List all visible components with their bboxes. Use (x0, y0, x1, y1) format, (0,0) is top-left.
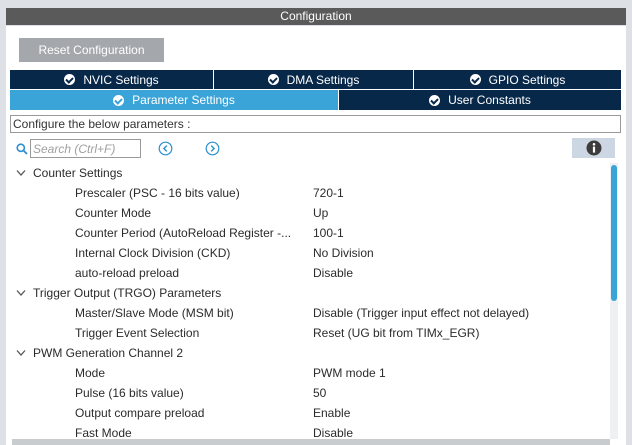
param-row[interactable]: Prescaler (PSC - 16 bits value) 720-1 (6, 183, 610, 203)
group-label: PWM Generation Channel 2 (33, 346, 184, 360)
param-name: Master/Slave Mode (MSM bit) (75, 306, 234, 320)
param-row[interactable]: Master/Slave Mode (MSM bit) Disable (Tri… (6, 303, 610, 323)
param-name: Prescaler (PSC - 16 bits value) (75, 186, 240, 200)
vertical-scrollbar[interactable] (610, 163, 618, 439)
param-row[interactable]: Trigger Event Selection Reset (UG bit fr… (6, 323, 610, 343)
search-toolbar (14, 138, 618, 160)
tab-label: GPIO Settings (488, 72, 566, 87)
vertical-scrollbar-thumb[interactable] (611, 165, 617, 301)
tab-label: Parameter Settings (132, 93, 235, 107)
tab-dma-settings[interactable]: DMA Settings (214, 70, 414, 89)
chevron-left-circle-icon[interactable] (158, 141, 173, 156)
horizontal-scrollbar[interactable] (12, 439, 610, 445)
info-button[interactable] (572, 138, 615, 158)
param-row[interactable]: auto-reload preload Disable (6, 263, 610, 283)
tab-label: User Constants (448, 93, 531, 107)
param-row[interactable]: Mode PWM mode 1 (6, 363, 610, 383)
tab-user-constants[interactable]: User Constants (339, 90, 621, 110)
chevron-down-icon[interactable] (16, 169, 26, 177)
param-value[interactable]: 100-1 (313, 223, 344, 243)
group-pwm-generation-channel-2[interactable]: PWM Generation Channel 2 (6, 343, 610, 363)
tab-label: DMA Settings (286, 72, 360, 87)
param-name: Fast Mode (75, 426, 132, 439)
chevron-down-icon[interactable] (16, 349, 26, 357)
group-counter-settings[interactable]: Counter Settings (6, 163, 610, 183)
tab-gpio-settings[interactable]: GPIO Settings (414, 70, 621, 89)
tab-row-bottom: Parameter Settings User Constants (10, 90, 621, 110)
param-value[interactable]: 50 (313, 383, 326, 403)
check-circle-icon (267, 74, 279, 85)
configuration-window: Configuration Reset Configuration NVIC S… (0, 0, 632, 445)
param-row[interactable]: Output compare preload Enable (6, 403, 610, 423)
param-value[interactable]: Enable (313, 403, 350, 423)
tab-label: NVIC Settings (83, 72, 159, 87)
group-trigger-output-parameters[interactable]: Trigger Output (TRGO) Parameters (6, 283, 610, 303)
param-value[interactable]: No Division (313, 243, 374, 263)
param-value[interactable]: Disable (Trigger input effect not delaye… (313, 303, 529, 323)
param-name: Mode (75, 366, 106, 380)
check-circle-icon (469, 74, 481, 85)
param-name: Counter Period (AutoReload Register -... (75, 226, 292, 240)
group-label: Counter Settings (33, 166, 123, 180)
configuration-panel: Reset Configuration NVIC Settings DMA Se… (6, 26, 626, 445)
search-input[interactable] (30, 139, 141, 158)
check-circle-icon (113, 94, 125, 106)
chevron-right-circle-icon[interactable] (205, 141, 220, 156)
param-value[interactable]: Disable (313, 263, 353, 283)
chevron-down-icon[interactable] (16, 289, 26, 297)
window-title: Configuration (6, 8, 626, 25)
param-value[interactable]: Reset (UG bit from TIMx_EGR) (313, 323, 479, 343)
param-row[interactable]: Fast Mode Disable (6, 423, 610, 439)
tab-nvic-settings[interactable]: NVIC Settings (10, 70, 214, 89)
param-value[interactable]: PWM mode 1 (313, 363, 386, 383)
param-value[interactable]: Up (313, 203, 328, 223)
tab-parameter-settings[interactable]: Parameter Settings (10, 90, 339, 110)
param-name: Pulse (16 bits value) (75, 386, 184, 400)
param-row[interactable]: Counter Period (AutoReload Register -...… (6, 223, 610, 243)
param-name: Trigger Event Selection (75, 326, 200, 340)
param-name: auto-reload preload (75, 266, 180, 280)
param-row[interactable]: Internal Clock Division (CKD) No Divisio… (6, 243, 610, 263)
param-name: Output compare preload (75, 406, 205, 420)
param-row[interactable]: Counter Mode Up (6, 203, 610, 223)
param-row[interactable]: Pulse (16 bits value) 50 (6, 383, 610, 403)
search-icon[interactable] (16, 143, 28, 155)
check-circle-icon (64, 74, 76, 85)
parameter-tree: Counter Settings Prescaler (PSC - 16 bit… (6, 163, 610, 439)
param-value[interactable]: 720-1 (313, 183, 344, 203)
tab-row-top: NVIC Settings DMA Settings GPIO Settings (10, 70, 621, 89)
configure-instructions: Configure the below parameters : (10, 115, 621, 133)
group-label: Trigger Output (TRGO) Parameters (33, 286, 222, 300)
param-value[interactable]: Disable (313, 423, 353, 439)
param-name: Counter Mode (75, 206, 152, 220)
info-icon (586, 140, 601, 156)
check-circle-icon (429, 94, 441, 106)
param-name: Internal Clock Division (CKD) (75, 246, 231, 260)
reset-configuration-button[interactable]: Reset Configuration (19, 38, 164, 62)
